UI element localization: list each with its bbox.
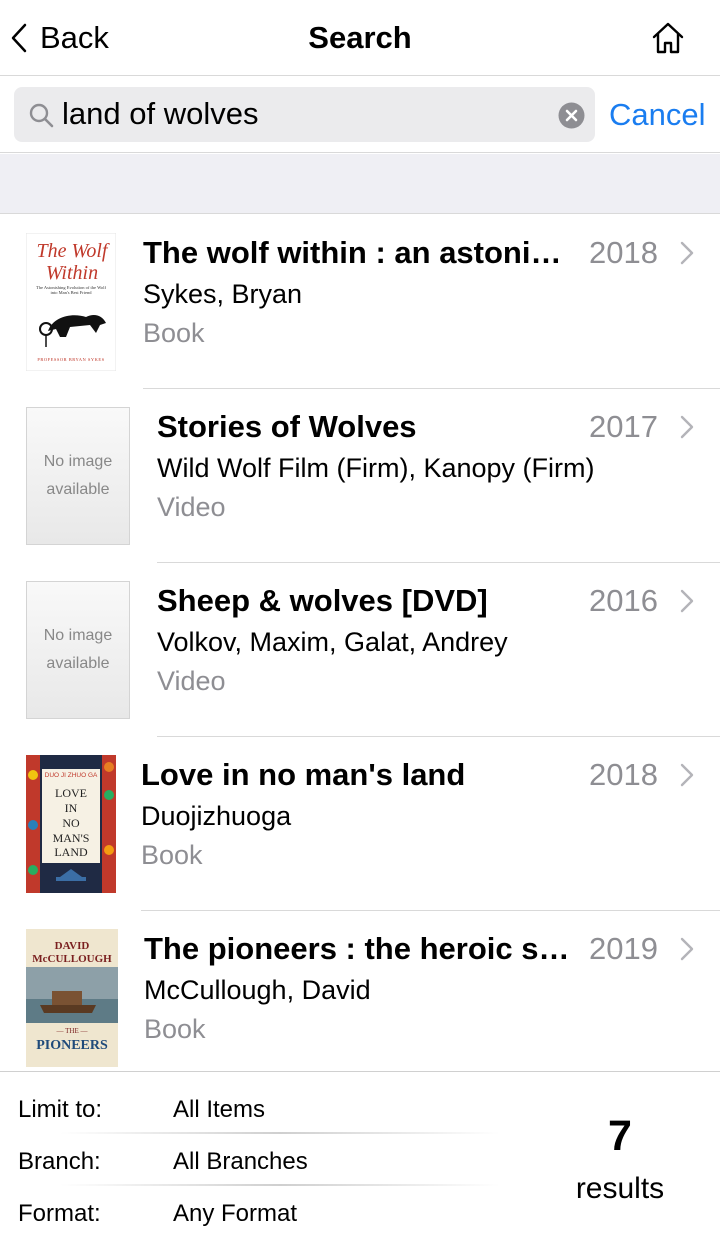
branch-value[interactable]: All Branches — [173, 1148, 308, 1176]
chevron-right-icon — [680, 241, 694, 265]
chevron-right-icon — [680, 415, 694, 439]
cover-title-line1: LOVE — [55, 786, 87, 800]
result-title: Stories of Wolves — [157, 409, 417, 444]
no-image-placeholder: No image available — [26, 407, 130, 545]
result-format: Book — [144, 1014, 206, 1044]
result-title: Sheep & wolves [DVD] — [157, 583, 488, 618]
result-format: Book — [143, 318, 205, 348]
placeholder-text: No image — [43, 627, 113, 644]
chevron-left-icon — [11, 23, 27, 53]
cover-subtitle: The Astonishing Evolution of the Wolf in… — [36, 285, 106, 295]
list-item[interactable]: The Wolf Within The Astonishing Evolutio… — [0, 215, 720, 389]
chevron-right-icon — [680, 763, 694, 787]
result-format: Video — [157, 492, 226, 522]
cover-title-line1: The Wolf — [37, 240, 110, 262]
list-item[interactable]: DAVID McCULLOUGH — THE — PIONEERS The pi… — [0, 911, 720, 1071]
result-format: Video — [157, 666, 226, 696]
limit-label: Limit to: — [18, 1096, 103, 1123]
filter-divider — [60, 1184, 500, 1186]
home-icon[interactable] — [648, 18, 688, 58]
search-input[interactable] — [62, 94, 542, 134]
search-icon — [29, 103, 54, 128]
result-author: Sykes, Bryan — [143, 279, 303, 309]
result-title: The pioneers : the heroic st... — [144, 931, 574, 966]
no-image-placeholder: No image available — [26, 581, 130, 719]
result-author: McCullough, David — [144, 975, 371, 1005]
chevron-right-icon — [680, 937, 694, 961]
cover-author-line1: DAVID — [55, 940, 90, 952]
search-bar: Cancel — [0, 77, 720, 153]
cover-title-line2: Within — [46, 262, 98, 284]
placeholder-text: No image — [43, 453, 113, 470]
list-item[interactable]: No image available Sheep & wolves [DVD] … — [0, 563, 720, 737]
results-list: The Wolf Within The Astonishing Evolutio… — [0, 215, 720, 1071]
filter-divider — [60, 1132, 500, 1134]
search-field[interactable] — [14, 87, 595, 142]
chevron-right-icon — [680, 589, 694, 613]
list-item[interactable]: DUO JI ZHUO GA LOVE IN NO MAN'S LAND Lov… — [0, 737, 720, 911]
cover-title-line4: MAN'S — [53, 831, 90, 845]
limit-value[interactable]: All Items — [173, 1096, 265, 1124]
list-item[interactable]: No image available Stories of Wolves 201… — [0, 389, 720, 563]
cover-title-line3: NO — [62, 816, 80, 830]
format-value[interactable]: Any Format — [173, 1200, 297, 1228]
book-cover-image: DAVID McCULLOUGH — THE — PIONEERS — [26, 929, 118, 1067]
cancel-button[interactable]: Cancel — [609, 97, 706, 133]
result-author: Volkov, Maxim, Galat, Andrey — [157, 627, 508, 657]
section-header — [0, 154, 720, 214]
cover-author: DUO JI ZHUO GA — [45, 772, 98, 779]
placeholder-text: available — [46, 481, 110, 498]
result-author: Duojizhuoga — [141, 801, 292, 831]
book-cover-image: The Wolf Within The Astonishing Evolutio… — [26, 233, 116, 371]
result-year: 2019 — [589, 931, 658, 966]
results-count: 7 — [608, 1112, 632, 1160]
result-year: 2018 — [589, 235, 658, 270]
format-label: Format: — [18, 1200, 101, 1227]
branch-label: Branch: — [18, 1148, 101, 1175]
back-button[interactable]: Back — [10, 18, 109, 58]
cover-author: PROFESSOR BRYAN SYKES — [37, 357, 104, 362]
result-year: 2017 — [589, 409, 658, 444]
result-format: Book — [141, 840, 203, 870]
clear-icon[interactable] — [558, 102, 585, 129]
result-year: 2016 — [589, 583, 658, 618]
cover-the-label: — THE — — [56, 1027, 89, 1035]
cover-title-line5: LAND — [54, 845, 88, 859]
back-label: Back — [40, 20, 109, 55]
placeholder-text: available — [46, 655, 110, 672]
results-count-label: results — [575, 1172, 665, 1205]
book-cover-image: DUO JI ZHUO GA LOVE IN NO MAN'S LAND — [26, 755, 116, 893]
cover-title-line2: IN — [65, 801, 78, 815]
result-author: Wild Wolf Film (Firm), Kanopy (Firm) — [157, 453, 595, 483]
filter-footer: Limit to: All Items Branch: All Branches… — [0, 1071, 720, 1245]
navigation-bar: Back Search — [0, 0, 720, 76]
result-title: The wolf within : an astonis... — [143, 235, 573, 270]
cover-author-line2: McCULLOUGH — [32, 953, 112, 965]
result-year: 2018 — [589, 757, 658, 792]
cover-title: PIONEERS — [36, 1038, 108, 1053]
result-title: Love in no man's land — [141, 757, 466, 792]
